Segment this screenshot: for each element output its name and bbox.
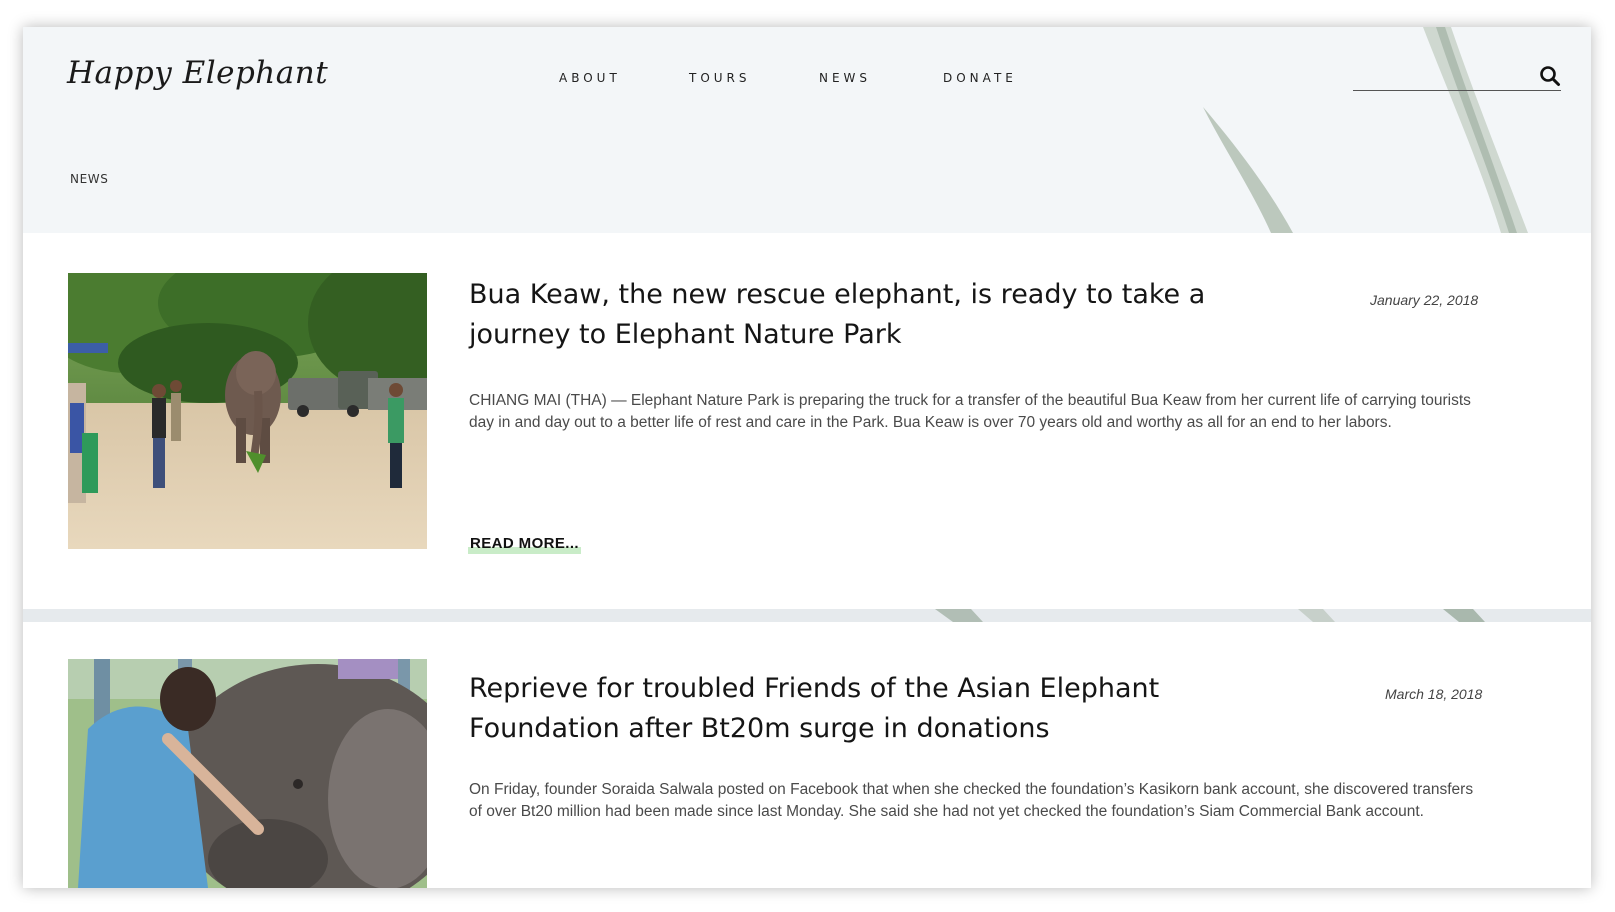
search-input[interactable] xyxy=(1353,65,1527,89)
photo-person-hugging-elephant xyxy=(68,659,427,888)
site-header: Happy Elephant ABOUT TOURS NEWS DONATE N… xyxy=(23,27,1591,233)
nav-news[interactable]: NEWS xyxy=(819,71,871,85)
article-title[interactable]: Reprieve for troubled Friends of the Asi… xyxy=(469,669,1299,749)
leaf-tips-decoration xyxy=(935,609,1485,622)
article-excerpt: On Friday, founder Soraida Salwala poste… xyxy=(469,781,1474,820)
article-card: Bua Keaw, the new rescue elephant, is re… xyxy=(23,233,1591,609)
article-date: March 18, 2018 xyxy=(1385,686,1483,702)
read-more-link[interactable]: READ MORE... xyxy=(468,535,581,554)
browser-viewport: Happy Elephant ABOUT TOURS NEWS DONATE N… xyxy=(23,27,1591,888)
breadcrumb[interactable]: NEWS xyxy=(70,172,108,186)
article-excerpt: CHIANG MAI (THA) — Elephant Nature Park … xyxy=(469,392,1471,431)
article-image-elephant-yard[interactable] xyxy=(68,273,427,549)
nav-about[interactable]: ABOUT xyxy=(559,71,621,85)
nav-donate[interactable]: DONATE xyxy=(943,71,1017,85)
article-image-elephant-hug[interactable] xyxy=(68,659,427,888)
nav-tours[interactable]: TOURS xyxy=(689,71,751,85)
search-bar xyxy=(1353,65,1561,91)
search-icon[interactable] xyxy=(1539,65,1561,87)
section-divider xyxy=(23,609,1591,622)
site-logo[interactable]: Happy Elephant xyxy=(67,55,328,91)
article-card: Reprieve for troubled Friends of the Asi… xyxy=(23,622,1591,888)
photo-elephant-with-people xyxy=(68,273,427,549)
article-date: January 22, 2018 xyxy=(1370,292,1479,308)
article-title[interactable]: Bua Keaw, the new rescue elephant, is re… xyxy=(469,275,1299,355)
